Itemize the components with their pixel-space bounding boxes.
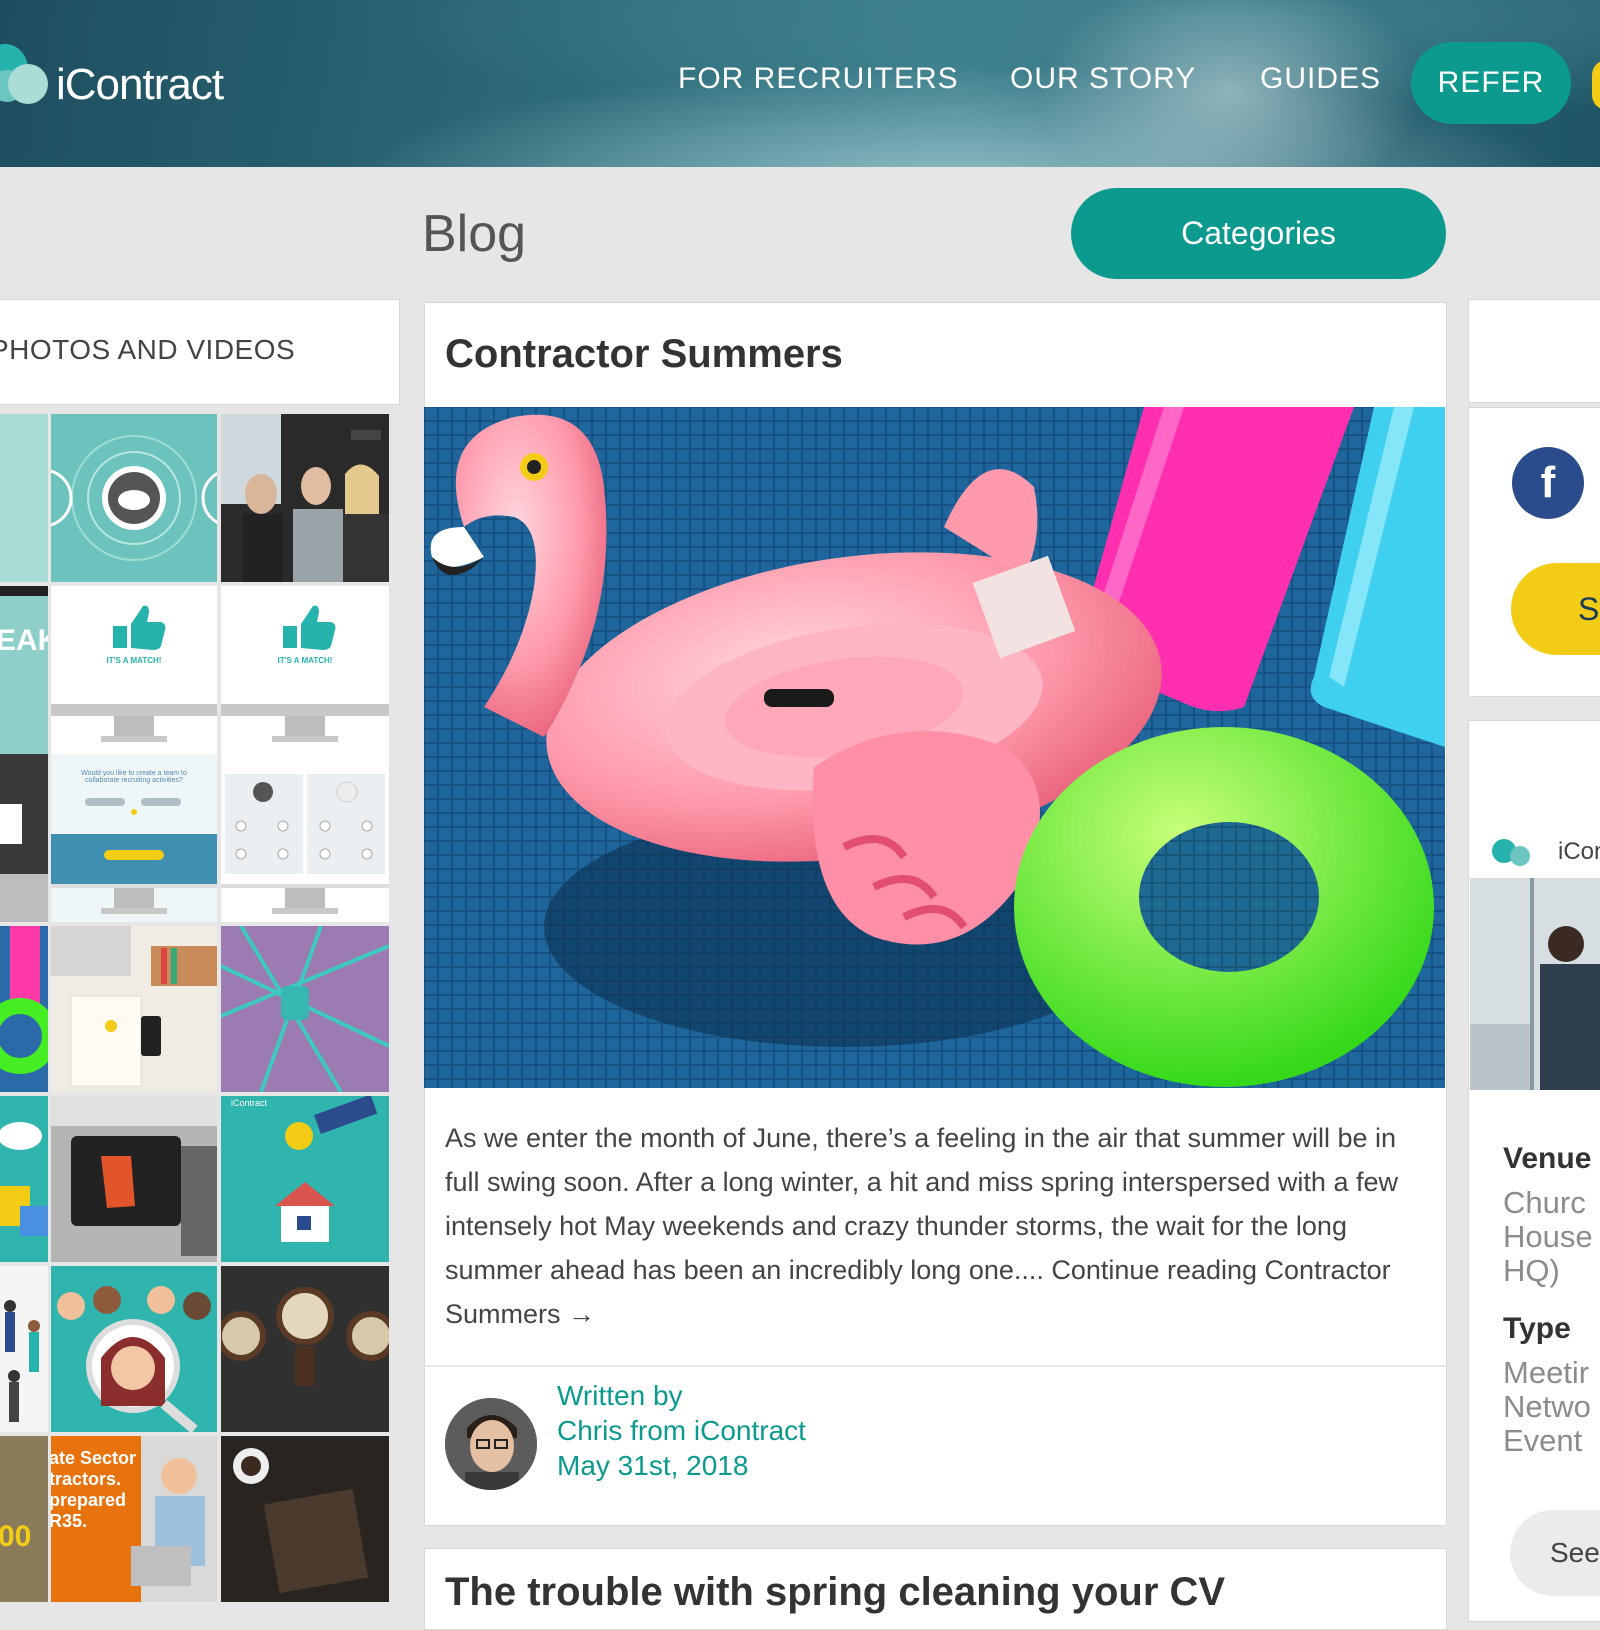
event-logo-text: iCon [1558,838,1600,865]
nav-guides[interactable]: GUIDES [1260,62,1381,96]
photo-tile[interactable] [51,1096,217,1262]
categories-button[interactable]: Categories [1071,188,1446,279]
sidebar-card [1468,299,1600,403]
logo-mark-part [8,64,48,104]
photo-tile[interactable] [51,414,217,582]
photo-tile[interactable]: IT'S A MATCH! [51,586,217,754]
house-coin-illustration [275,1096,378,1242]
post-featured-image[interactable] [424,407,1445,1088]
photo-tile[interactable]: EAK [0,586,48,754]
venue-label: Venue [1503,1142,1592,1175]
street-sign-photo [51,1096,217,1262]
author-avatar [445,1398,537,1490]
post-divider [424,1365,1446,1367]
sign-up-button[interactable]: Si [1511,563,1600,655]
desk-photo [51,926,217,1087]
pool-floats-image [424,407,1445,1088]
chain-fence-photo [221,926,389,1092]
cloud-devices-illustration [0,1122,48,1236]
written-by-label: Written by [557,1380,683,1411]
venue-value-line-2: House [1503,1219,1593,1254]
logo-text: iContract [56,60,224,109]
photo-tile[interactable] [221,926,389,1092]
venue-value-line-3: HQ) [1503,1253,1560,1288]
photo-tile[interactable] [221,1266,389,1432]
team-question-text: Would you like to create a team to colla… [81,770,187,784]
photo-tile[interactable]: IT'S A MATCH! [221,586,389,754]
photo-tile[interactable] [0,926,48,1092]
nav-our-story[interactable]: OUR STORY [1010,62,1196,96]
facebook-icon[interactable]: f [1512,447,1584,519]
pool-float-photo [0,926,48,1074]
photos-widget-title: PHOTOS AND VIDEOS [0,334,296,365]
post-excerpt: As we enter the month of June, there’s a… [445,1123,1398,1329]
speak-text: EAK [0,624,48,657]
photo-tile[interactable] [0,754,48,922]
photo-tile[interactable] [51,1266,217,1432]
author-name[interactable]: Chris from iContract [557,1415,806,1447]
site-header: iContract FOR RECRUITERS OUR STORY GUIDE… [0,0,1600,167]
coffee-book-photo [233,1448,369,1594]
type-value-line-2: Netwo [1503,1389,1591,1424]
post-title[interactable]: Contractor Summers [445,332,843,377]
type-value-line-3: Event [1503,1423,1583,1458]
photo-tile[interactable] [0,1096,48,1262]
photo-tile[interactable] [51,926,217,1092]
clocks-photo [221,1266,389,1432]
dashboard-illustration [221,774,389,914]
post-date: May 31st, 2018 [557,1450,749,1481]
photo-grid: EAK IT'S A MATCH! IT'S A MATCH! Would yo… [0,414,390,1614]
ir35-text: ate Sector tractors. prepared R35. [51,1448,137,1531]
see-more-label: See [1550,1537,1600,1568]
type-label: Type [1503,1312,1571,1345]
next-post-title[interactable]: The trouble with spring cleaning your CV [445,1570,1225,1615]
photo-tile[interactable]: iContract [221,1096,389,1262]
match-text: IT'S A MATCH! [106,656,162,665]
crowd-illustration [4,1300,40,1422]
thumbs-up-icon [51,605,217,742]
refer-button[interactable]: REFER [1411,42,1571,124]
photo-tile[interactable]: 00 [0,1436,48,1602]
nav-for-recruiters[interactable]: FOR RECRUITERS [678,62,959,96]
sign-up-label: Si [1578,590,1600,627]
photo-tile[interactable] [221,414,389,582]
photo-tile[interactable] [221,1436,389,1602]
photo-tile[interactable] [0,1266,48,1432]
mini-logo-text: iContract [231,1098,268,1108]
photo-tile[interactable]: Would you like to create a team to colla… [51,754,217,922]
event-image[interactable]: iCon [1470,824,1600,1090]
match-text: IT'S A MATCH! [277,656,333,665]
photo-tile[interactable] [0,414,48,582]
photo-tile[interactable] [221,754,389,922]
see-more-button[interactable]: See [1510,1510,1600,1596]
page-title: Blog [422,205,527,263]
author-photo [445,1398,537,1490]
cloud-illustration [51,435,217,561]
thumbs-up-icon [221,605,389,742]
type-value-line-1: Meetir [1503,1355,1590,1390]
venue-value-line-1: Churc [1503,1185,1586,1220]
people-photo [221,414,389,582]
recruiter-search-illustration [57,1286,211,1432]
photo-tile[interactable]: ate Sector tractors. prepared R35. [51,1436,217,1602]
header-yellow-button-edge[interactable] [1592,60,1600,110]
